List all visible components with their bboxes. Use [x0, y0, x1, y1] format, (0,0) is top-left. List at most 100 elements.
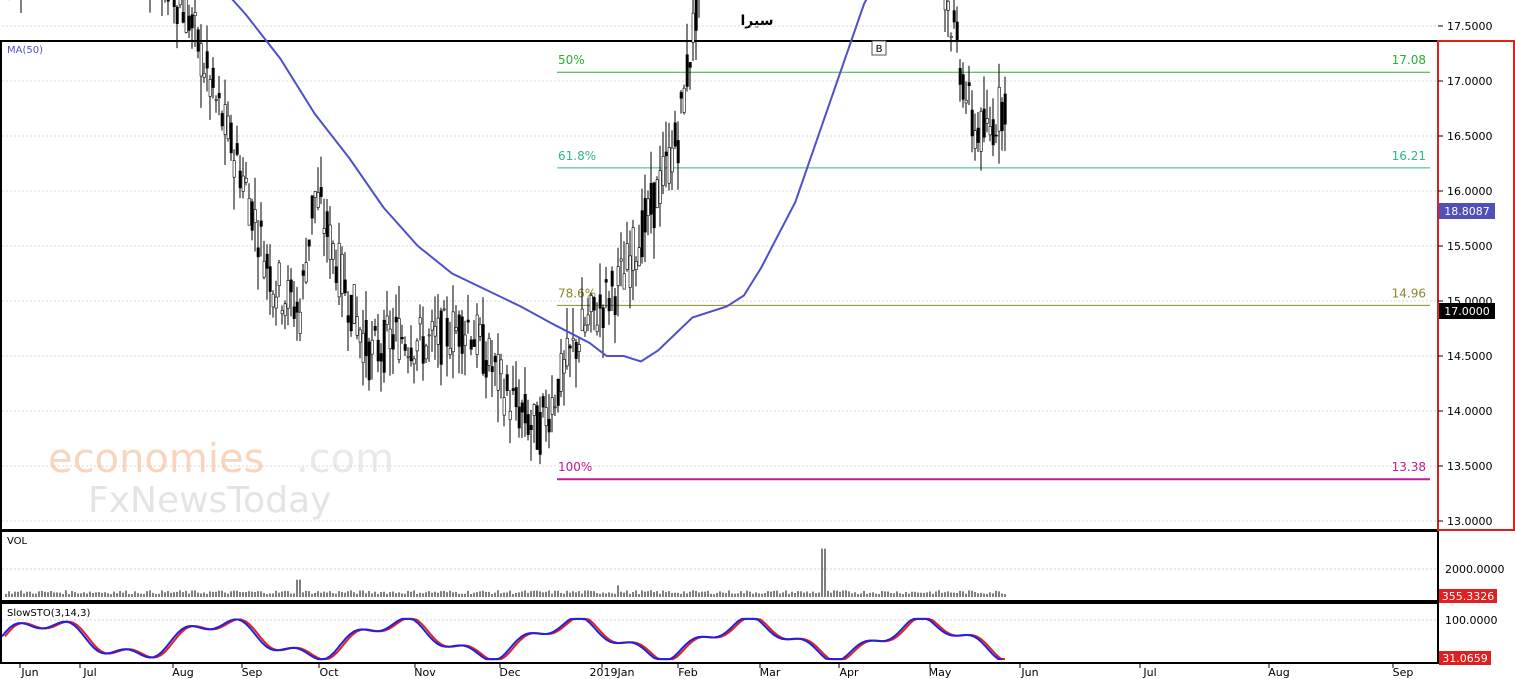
price-tick-label: 17.0000 — [1447, 75, 1493, 88]
candle-body — [340, 254, 344, 294]
candle-body — [550, 397, 554, 415]
candle-body — [358, 329, 362, 343]
price-axis-frame — [1437, 40, 1515, 531]
candle-body — [211, 67, 215, 88]
candle-body — [334, 266, 338, 283]
candle-body — [436, 317, 440, 345]
candle-body — [319, 187, 323, 197]
candle-body — [601, 307, 605, 328]
candle-body — [343, 279, 347, 294]
candle-body — [517, 406, 521, 429]
candle-body — [541, 396, 545, 408]
candle-body — [298, 311, 302, 334]
candle-body — [280, 310, 284, 315]
candle-body — [619, 258, 623, 262]
time-tick-label: Jul — [82, 666, 96, 679]
candle-body — [478, 324, 482, 337]
candle-body — [589, 295, 593, 313]
fib-percent-label: 100% — [558, 460, 592, 474]
candle-body — [595, 324, 599, 332]
candle-body — [571, 337, 575, 341]
candle-body — [598, 294, 602, 309]
candle-body — [367, 341, 371, 381]
candle-body — [214, 99, 218, 101]
candle-body — [451, 311, 455, 353]
candle-body — [625, 243, 629, 270]
candle-body — [373, 326, 377, 331]
candle-body — [961, 74, 965, 100]
candle-body — [460, 316, 464, 354]
time-tick-label: Sep — [1393, 666, 1414, 679]
candle-body — [382, 319, 386, 373]
candle-body — [400, 336, 404, 340]
candle-body — [529, 425, 533, 431]
candle-body — [586, 314, 590, 326]
candle-body — [997, 86, 1001, 132]
volume-bars — [5, 548, 1006, 597]
candlesticks — [8, 0, 1007, 465]
candle-body — [610, 270, 614, 287]
price-axis-ticks: 21.000020.500020.000019.500019.000018.50… — [1438, 20, 1493, 528]
time-tick-label: Aug — [172, 666, 193, 679]
candle-body — [184, 0, 188, 33]
stock-chart: سيرا 21.000020.500020.000019.500019.0000… — [0, 0, 1515, 679]
candle-body — [385, 315, 389, 325]
candle-body — [172, 0, 176, 8]
candle-body — [985, 118, 989, 124]
candle-body — [454, 327, 458, 332]
candle-body — [568, 345, 572, 349]
volume-panel — [0, 530, 1439, 602]
candle-body — [643, 198, 647, 233]
candle-body — [355, 316, 359, 336]
ma-indicator-label: MA(50) — [7, 45, 43, 56]
candle-body — [268, 266, 272, 292]
watermark-line1: economies — [48, 436, 264, 482]
candle-body — [991, 119, 995, 146]
candle-body — [238, 170, 242, 189]
candle-body — [943, 0, 947, 11]
candle-body — [361, 332, 365, 363]
candle-body — [994, 134, 998, 137]
candle-body — [337, 242, 341, 298]
candle-body — [274, 296, 278, 309]
candle-body — [250, 201, 254, 231]
candle-body — [502, 397, 506, 416]
sto-indicator-label: SlowSTO(3,14,3) — [7, 608, 90, 619]
watermark-line1-suffix: .com — [296, 436, 394, 482]
candle-body — [481, 324, 485, 374]
candle-body — [967, 82, 971, 87]
candle-body — [679, 92, 683, 99]
fib-value-label: 17.08 — [1392, 53, 1426, 67]
candle-body — [616, 266, 620, 286]
price-tick-label: 14.0000 — [1447, 405, 1493, 418]
candle-body — [223, 104, 227, 135]
price-tick-label: 14.5000 — [1447, 350, 1493, 363]
candle-body — [307, 239, 311, 247]
candle-body — [604, 279, 608, 283]
price-tick-label: 16.5000 — [1447, 130, 1493, 143]
candle-body — [445, 317, 449, 347]
candle-body — [631, 227, 635, 271]
candle-body — [304, 262, 308, 283]
candle-body — [166, 0, 170, 2]
candle-body — [283, 303, 287, 316]
candle-body — [244, 177, 248, 183]
ma50-line — [231, 0, 868, 363]
candle-body — [313, 191, 317, 198]
candle-body — [229, 122, 233, 154]
candle-body — [484, 360, 488, 378]
candle-body — [235, 143, 239, 155]
candle-body — [439, 310, 443, 365]
candle-body — [187, 15, 191, 31]
candle-body — [364, 319, 368, 357]
candle-body — [583, 324, 587, 333]
time-tick-label: Oct — [319, 666, 339, 679]
candle-body — [982, 108, 986, 138]
candle-body — [403, 344, 407, 351]
candle-body — [949, 35, 953, 38]
candle-body — [424, 345, 428, 360]
vol-value: 355.3326 — [1442, 590, 1495, 603]
candle-body — [178, 0, 182, 6]
candle-body — [628, 255, 632, 288]
candle-body — [388, 328, 392, 350]
